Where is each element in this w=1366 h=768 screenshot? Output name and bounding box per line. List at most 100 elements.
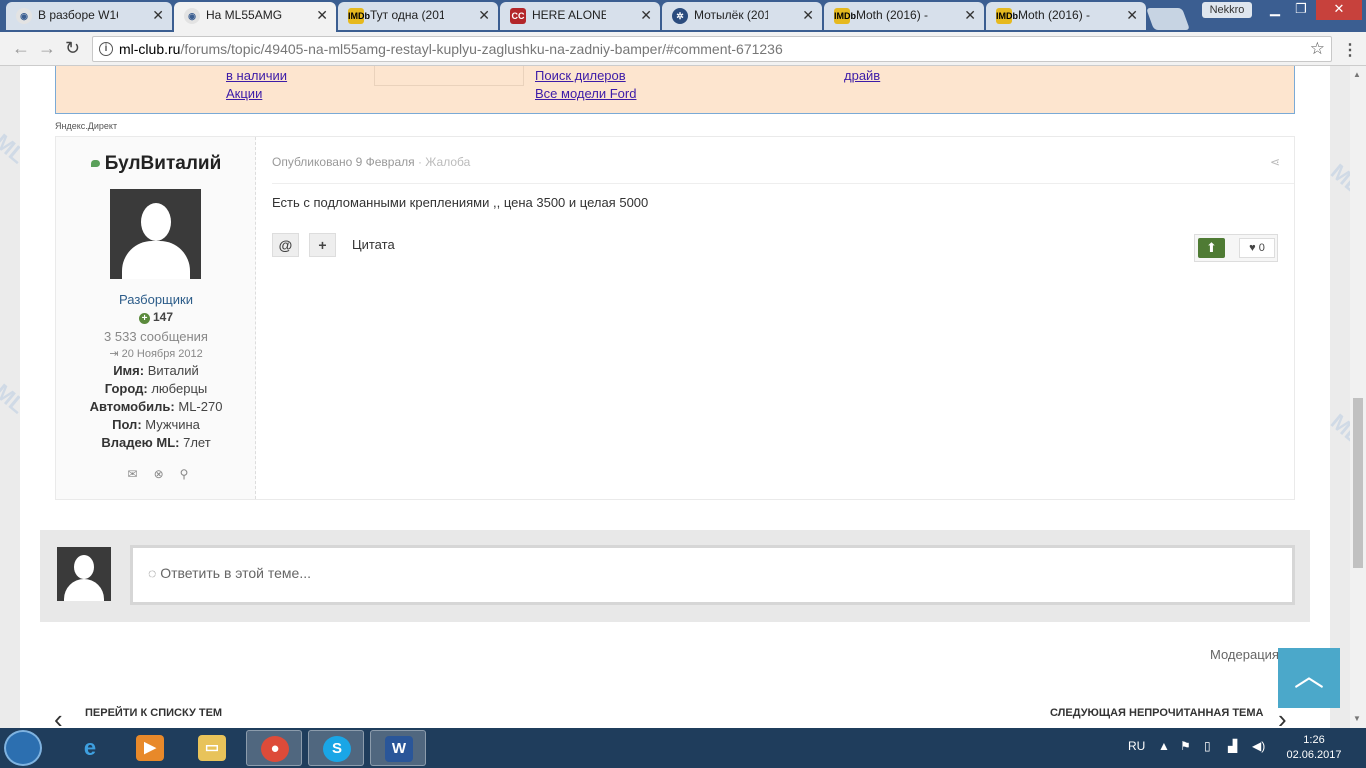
forward-icon[interactable]: → — [38, 38, 56, 59]
browser-tab[interactable]: IMDb Moth (2016) - IMDl ✕ — [824, 2, 984, 30]
report-link[interactable]: · Жалоба — [415, 155, 470, 169]
page-scrollbar[interactable]: ▲ ▼ — [1350, 66, 1366, 728]
author-actions: ✉ ⊗ ⚲ — [118, 467, 198, 481]
post-date[interactable]: Опубликовано 9 Февраля — [272, 155, 415, 169]
imdb-icon: IMDb — [996, 8, 1018, 24]
profile-field: Имя: Виталий — [113, 363, 199, 378]
heart-icon: ♥ — [1249, 242, 1256, 254]
browser-tab[interactable]: IMDb Moth (2016) - Exte ✕ — [986, 2, 1146, 30]
ad-link[interactable]: Все модели Ford — [535, 86, 636, 101]
chevron-right-icon[interactable]: › — [1278, 704, 1287, 728]
show-hidden-icons[interactable]: ▲ — [1158, 739, 1170, 753]
network-signal-icon[interactable]: ▟ — [1228, 739, 1237, 753]
scroll-up-icon[interactable]: ▲ — [1353, 70, 1361, 79]
taskbar-ie[interactable]: e — [62, 730, 118, 766]
browser-tab-active[interactable]: ◉ На ML55AMG рест ✕ — [174, 2, 336, 32]
taskbar-word[interactable]: W — [370, 730, 426, 766]
scroll-to-top-button[interactable]: ︿ — [1278, 648, 1340, 708]
close-tab-icon[interactable]: ✕ — [316, 7, 328, 24]
post-content: Опубликовано 9 Февраля · Жалоба ⋖ Есть с… — [272, 137, 1294, 499]
chrome-icon: ● — [261, 736, 289, 762]
device-icon[interactable]: ▯ — [1204, 739, 1211, 753]
browser-menu-icon[interactable]: ⋮ — [1342, 40, 1358, 60]
yandex-direct-ad: в наличии Акции Поиск дилеров Все модели… — [55, 66, 1295, 114]
browser-tab[interactable]: ✲ Мотылёк (2017) - ✕ — [662, 2, 822, 30]
profile-field: Владею ML: 7лет — [101, 435, 211, 450]
profile-field: Пол: Мужчина — [112, 417, 200, 432]
browser-toolbar: ← → ↻ i ml-club.ru/forums/topic/49405-na… — [0, 32, 1366, 66]
reputation-plus-icon: + — [138, 313, 150, 324]
imdb-icon: IMDb — [348, 8, 370, 24]
ignore-icon[interactable]: ⊗ — [154, 467, 164, 481]
back-icon[interactable]: ← — [12, 38, 30, 59]
back-to-topics-link[interactable]: ПЕРЕЙТИ К СПИСКУ ТЕМ — [85, 707, 222, 719]
close-tab-icon[interactable]: ✕ — [152, 7, 164, 24]
message-icon[interactable]: ✉ — [128, 467, 138, 481]
media-player-icon: ▶ — [136, 735, 164, 761]
windows-taskbar: e ▶ ▭ ● S W RU ▲ ⚑ ▯ ▟ ◀) 1:26 02.06.2017 — [0, 728, 1366, 768]
address-bar[interactable]: i ml-club.ru/forums/topic/49405-na-ml55a… — [92, 36, 1332, 62]
new-tab-button[interactable] — [1145, 8, 1191, 30]
close-tab-icon[interactable]: ✕ — [802, 7, 814, 24]
ad-link[interactable]: Поиск дилеров — [535, 68, 626, 83]
minimize-icon[interactable]: ▁ — [1262, 0, 1288, 20]
close-tab-icon[interactable]: ✕ — [1126, 7, 1138, 24]
next-unread-link[interactable]: СЛЕДУЮЩАЯ НЕПРОЧИТАННАЯ ТЕМА — [1050, 707, 1264, 719]
close-tab-icon[interactable]: ✕ — [478, 7, 490, 24]
cc-icon: CC — [510, 8, 526, 24]
browser-tab[interactable]: IMDb Тут одна (2016) - I ✕ — [338, 2, 498, 30]
info-icon[interactable]: i — [99, 42, 113, 56]
divider — [272, 183, 1294, 184]
reply-bar: ◌ Ответить в этой теме... — [40, 530, 1310, 622]
word-icon: W — [385, 736, 413, 762]
chrome-icon: ◉ — [184, 8, 200, 24]
close-tab-icon[interactable]: ✕ — [640, 7, 652, 24]
volume-icon[interactable]: ◀) — [1252, 739, 1265, 753]
forum-post: БулВиталий Разборщики +147 3 533 сообщен… — [55, 136, 1295, 500]
forum-page: в наличии Акции Поиск дилеров Все модели… — [20, 66, 1340, 728]
avatar[interactable] — [110, 189, 201, 279]
taskbar-explorer[interactable]: ▭ — [184, 730, 240, 766]
author-joined: ⇥ 20 Ноября 2012 — [109, 348, 203, 360]
reload-icon[interactable]: ↻ — [65, 38, 80, 59]
multiquote-button[interactable]: + — [309, 233, 336, 257]
window-close-icon[interactable]: ✕ — [1316, 0, 1362, 20]
post-author-panel: БулВиталий Разборщики +147 3 533 сообщен… — [56, 137, 256, 499]
close-tab-icon[interactable]: ✕ — [964, 7, 976, 24]
reaction-box: ⬆ ♥ 0 — [1194, 234, 1278, 262]
upvote-arrow-icon[interactable]: ⬆ — [1198, 238, 1225, 258]
author-group: Разборщики — [119, 292, 193, 307]
taskbar-skype[interactable]: S — [308, 730, 364, 766]
quote-button[interactable]: Цитата — [352, 237, 395, 252]
profile-button[interactable]: Nekkro — [1202, 2, 1252, 18]
start-button[interactable] — [4, 730, 42, 766]
ad-link[interactable]: в наличии — [226, 68, 287, 83]
chevron-left-icon[interactable]: ‹ — [54, 704, 63, 728]
action-center-flag-icon[interactable]: ⚑ — [1180, 739, 1191, 753]
ad-link[interactable]: драйв — [844, 68, 880, 83]
language-indicator[interactable]: RU — [1128, 739, 1145, 753]
mention-button[interactable]: @ — [272, 233, 299, 257]
author-name-row[interactable]: БулВиталий — [56, 153, 256, 175]
author-name[interactable]: БулВиталий — [105, 153, 222, 174]
profile-field: Город: люберцы — [104, 381, 208, 396]
internet-explorer-icon: e — [83, 735, 97, 760]
bookmark-star-icon[interactable]: ☆ — [1310, 37, 1325, 61]
taskbar-media[interactable]: ▶ — [122, 730, 178, 766]
browser-tab[interactable]: CC HERE ALONE (2016 ✕ — [500, 2, 660, 30]
share-icon[interactable]: ⋖ — [1270, 155, 1280, 169]
taskbar-chrome[interactable]: ● — [246, 730, 302, 766]
like-count[interactable]: ♥ 0 — [1239, 238, 1275, 258]
skype-icon: S — [323, 736, 351, 762]
page-viewport: ML ML ML ML в наличии Акции Поиск дилеро… — [0, 66, 1350, 728]
scroll-down-icon[interactable]: ▼ — [1353, 714, 1361, 723]
author-post-count: 3 533 сообщения — [104, 329, 208, 344]
ad-link[interactable]: Акции — [226, 86, 262, 101]
browser-tab[interactable]: ◉ В разборе W163 W ✕ — [6, 2, 172, 30]
search-icon[interactable]: ⚲ — [180, 467, 189, 481]
clock[interactable]: 1:26 02.06.2017 — [1286, 733, 1342, 763]
reply-input[interactable]: ◌ Ответить в этой теме... — [130, 545, 1295, 605]
maximize-icon[interactable]: ❐ — [1288, 0, 1314, 20]
post-text: Есть с подломанными креплениями ,, цена … — [272, 195, 649, 210]
scrollbar-thumb[interactable] — [1353, 398, 1363, 568]
